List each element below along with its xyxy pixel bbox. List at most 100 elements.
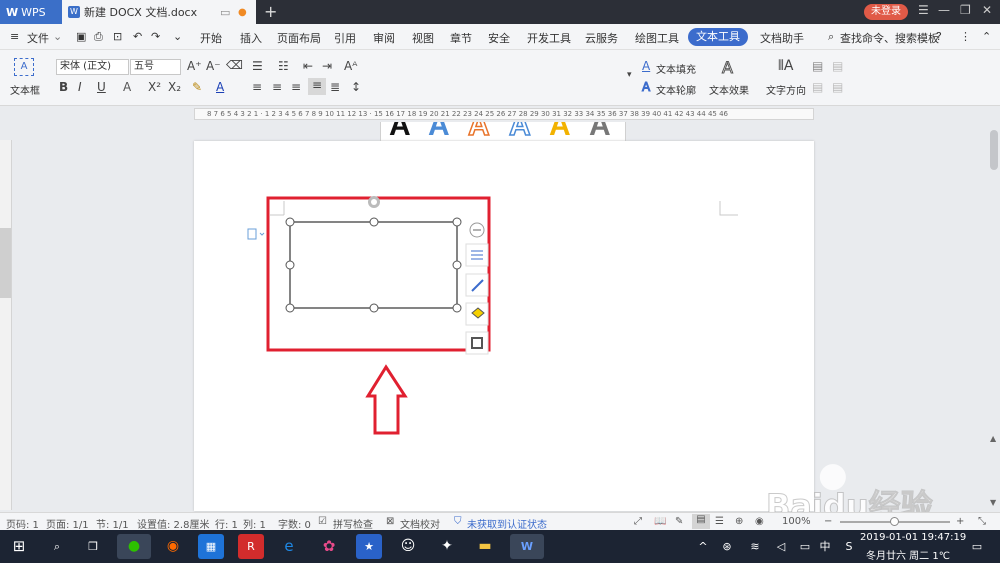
search-icon[interactable]: ⌕ — [828, 30, 834, 44]
restore-icon[interactable]: ❐ — [960, 3, 971, 17]
tab-home[interactable]: 开始 — [200, 30, 222, 46]
wps-home-tab[interactable]: W WPS — [0, 0, 62, 24]
app-star-icon[interactable]: ★ — [356, 534, 382, 559]
text-fill-button[interactable]: 文本填充 — [656, 61, 696, 76]
outline-view-icon[interactable]: ☰ — [715, 516, 724, 527]
shrink-font-icon[interactable]: A⁻ — [206, 59, 221, 73]
font-name-select[interactable]: 宋体 (正文) — [56, 59, 129, 75]
volume-icon[interactable]: ◁ — [768, 534, 794, 559]
app-orange-icon[interactable]: ◉ — [160, 534, 186, 559]
text-effect-button[interactable]: 文本效果 — [709, 82, 749, 97]
horizontal-ruler[interactable]: 8 7 6 5 4 3 2 1 · 1 2 3 4 5 6 7 8 9 10 1… — [194, 108, 814, 120]
textbox-button[interactable]: 文本框 — [10, 82, 40, 97]
tab-doc-assistant[interactable]: 文档助手 — [760, 30, 804, 46]
app-red-icon[interactable]: R — [238, 534, 264, 559]
help-icon[interactable]: ? — [936, 30, 942, 43]
scroll-up-icon[interactable]: ▲ — [990, 434, 996, 443]
ime-indicator[interactable]: 中 — [812, 534, 838, 559]
highlight-icon[interactable]: ✎ — [192, 80, 202, 94]
tab-insert[interactable]: 插入 — [240, 30, 262, 46]
line-spacing-icon[interactable]: ↕ — [351, 80, 361, 94]
text-outline-button[interactable]: 文本轮廓 — [656, 82, 696, 97]
search-command[interactable]: 查找命令、搜索模板 — [840, 30, 939, 46]
scroll-down-icon[interactable]: ▼ — [990, 498, 996, 507]
more-icon[interactable]: ⋮ — [960, 30, 971, 43]
wifi-icon[interactable]: ≋ — [742, 534, 768, 559]
menu-lines-icon[interactable]: ☰ — [918, 3, 929, 17]
outdent-icon[interactable]: ⇤ — [303, 59, 313, 73]
document-tab[interactable]: W 新建 DOCX 文档.docx ▭ ● — [62, 0, 256, 24]
rotate-handle-icon[interactable] — [368, 196, 380, 208]
tab-review[interactable]: 审阅 — [373, 30, 395, 46]
collapse-minus-icon[interactable] — [469, 222, 485, 238]
clear-format-icon[interactable]: ⌫ — [226, 58, 243, 72]
align-left-icon[interactable]: ≡ — [252, 80, 262, 94]
tab-page-layout[interactable]: 页面布局 — [277, 30, 321, 46]
undo-icon[interactable]: ↶ — [133, 30, 142, 43]
new-tab-button[interactable]: + — [264, 2, 277, 21]
file-explorer-icon[interactable]: ▬ — [472, 534, 498, 559]
wrap-layout-icon[interactable] — [465, 243, 489, 267]
chevron-down-icon[interactable]: ⌄ — [53, 30, 62, 43]
wps-taskbar-icon[interactable]: W — [510, 534, 544, 559]
cert-status-link[interactable]: 未获取到认证状态 — [467, 516, 547, 531]
text-case-icon[interactable]: Aᴬ — [344, 59, 357, 73]
pen-edit-icon[interactable] — [465, 273, 489, 297]
hamburger-icon[interactable]: ≡ — [10, 30, 19, 43]
tab-developer[interactable]: 开发工具 — [527, 30, 571, 46]
tab-text-tools[interactable]: 文本工具 — [688, 28, 748, 46]
fill-bucket-icon[interactable] — [465, 302, 489, 326]
align-center-icon[interactable]: ≡ — [272, 80, 282, 94]
numbering-icon[interactable]: ☷ — [278, 59, 289, 73]
tab-chapter[interactable]: 章节 — [450, 30, 472, 46]
indent-icon[interactable]: ⇥ — [322, 59, 332, 73]
app-bird-icon[interactable]: ✦ — [434, 534, 460, 559]
taskbar-lunar-weather[interactable]: 冬月廿六 周二 1℃ — [866, 547, 950, 562]
zoom-level[interactable]: 100% — [782, 516, 811, 527]
zoom-out-button[interactable]: − — [824, 516, 832, 527]
styles-more-icon[interactable]: ▾ — [627, 70, 632, 80]
vertical-scrollbar[interactable]: ▲ ▼ — [988, 122, 1000, 510]
fullscreen-icon[interactable]: ⤢ — [634, 516, 642, 527]
textbox-link-icon[interactable]: ▤ — [812, 59, 823, 73]
login-button[interactable]: 未登录 — [864, 4, 908, 20]
task-view-icon[interactable]: ❒ — [80, 534, 106, 559]
bold-icon[interactable]: B — [59, 80, 68, 94]
status-setting[interactable]: 设置值: 2.8厘米 — [137, 516, 209, 531]
print-icon[interactable]: ⎙ — [94, 30, 103, 44]
align-right-icon[interactable]: ≡ — [291, 80, 301, 94]
document-page[interactable] — [194, 141, 814, 511]
font-size-select[interactable]: 五号 — [130, 59, 181, 75]
subscript-icon[interactable]: X₂ — [168, 80, 181, 94]
textbox-next-icon[interactable]: ▤ — [832, 80, 843, 94]
shape-outline-icon[interactable] — [465, 331, 489, 355]
zoom-in-button[interactable]: + — [956, 516, 964, 527]
minimize-icon[interactable]: — — [938, 3, 950, 17]
close-icon[interactable]: ✕ — [982, 3, 992, 17]
print-preview-icon[interactable]: ⊡ — [113, 30, 122, 43]
page-view-icon[interactable]: ▤ — [692, 514, 710, 529]
text-direction-button[interactable]: 文字方向 — [766, 82, 806, 97]
windows-start-icon[interactable]: ⊞ — [6, 534, 32, 559]
taskbar-datetime[interactable]: 2019-01-01 19:47:19 — [860, 532, 966, 543]
edge-browser-icon[interactable]: e — [276, 534, 302, 559]
bullets-icon[interactable]: ☰ — [252, 59, 263, 73]
textbox-prev-icon[interactable]: ▤ — [812, 80, 823, 94]
status-word-count[interactable]: 字数: 0 — [278, 516, 311, 531]
collapse-ribbon-icon[interactable]: ⌃ — [982, 30, 991, 43]
wechat-icon[interactable]: ● — [117, 534, 151, 559]
read-mode-icon[interactable]: 📖 — [654, 516, 666, 527]
grow-font-icon[interactable]: A⁺ — [187, 59, 202, 73]
spell-check-button[interactable]: 拼写检查 — [333, 516, 373, 531]
underline-icon[interactable]: U — [97, 80, 106, 94]
menu-file[interactable]: 文件 — [27, 30, 49, 46]
vertical-ruler[interactable] — [0, 140, 12, 510]
search-taskbar-icon[interactable]: ⌕ — [44, 534, 70, 559]
screen-icon[interactable]: ▭ — [220, 6, 230, 19]
tab-view[interactable]: 视图 — [412, 30, 434, 46]
tab-security[interactable]: 安全 — [488, 30, 510, 46]
app-blue-icon[interactable]: ▦ — [198, 534, 224, 559]
font-color-icon[interactable]: A — [216, 80, 224, 94]
customize-icon[interactable]: ⌄ — [173, 30, 182, 43]
tab-references[interactable]: 引用 — [334, 30, 356, 46]
